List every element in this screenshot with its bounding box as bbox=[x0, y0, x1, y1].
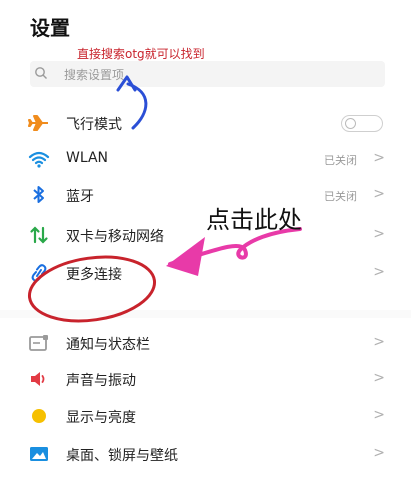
chevron-right-icon: > bbox=[373, 186, 385, 202]
toggle-knob bbox=[345, 118, 356, 129]
settings-item-label: 声音与振动 bbox=[66, 373, 136, 389]
notification-icon bbox=[29, 335, 48, 351]
annotation-hint: 点击此处 bbox=[206, 206, 302, 234]
page-title: 设置 bbox=[30, 16, 70, 40]
chevron-right-icon: > bbox=[373, 264, 385, 280]
settings-item-label: WLAN bbox=[66, 150, 109, 166]
wlan-status: 已关闭 bbox=[324, 154, 357, 167]
airplane-icon bbox=[28, 115, 48, 131]
link-icon bbox=[31, 264, 47, 282]
search-input[interactable]: 搜索设置项 bbox=[64, 66, 124, 83]
chevron-right-icon: > bbox=[373, 445, 385, 461]
settings-item-label: 双卡与移动网络 bbox=[66, 229, 164, 245]
wallpaper-icon bbox=[30, 447, 48, 461]
settings-item-wlan[interactable]: WLAN 已关闭 > bbox=[0, 142, 411, 176]
search-bar[interactable]: 搜索设置项 bbox=[30, 61, 385, 87]
chevron-right-icon: > bbox=[373, 150, 385, 166]
settings-item-display[interactable]: 显示与亮度 > bbox=[0, 399, 411, 433]
bluetooth-status: 已关闭 bbox=[324, 190, 357, 203]
wifi-icon bbox=[28, 151, 50, 168]
chevron-right-icon: > bbox=[373, 407, 385, 423]
settings-item-sound[interactable]: 声音与振动 > bbox=[0, 362, 411, 396]
airplane-mode-toggle[interactable] bbox=[341, 115, 383, 132]
settings-item-label: 显示与亮度 bbox=[66, 410, 136, 426]
settings-item-notifications[interactable]: 通知与状态栏 > bbox=[0, 326, 411, 360]
annotation-note: 直接搜索otg就可以找到 bbox=[77, 47, 205, 61]
settings-item-label: 蓝牙 bbox=[66, 189, 94, 205]
settings-item-label: 飞行模式 bbox=[66, 117, 122, 133]
chevron-right-icon: > bbox=[373, 370, 385, 386]
settings-item-label: 通知与状态栏 bbox=[66, 337, 150, 353]
search-icon bbox=[35, 67, 47, 79]
speaker-icon bbox=[31, 372, 45, 386]
brightness-icon bbox=[32, 409, 46, 423]
settings-item-wallpaper[interactable]: 桌面、锁屏与壁纸 > bbox=[0, 437, 411, 471]
bluetooth-icon bbox=[33, 186, 44, 203]
section-divider bbox=[0, 310, 411, 318]
settings-item-label: 桌面、锁屏与壁纸 bbox=[66, 448, 178, 464]
settings-item-airplane-mode[interactable]: 飞行模式 bbox=[0, 106, 411, 140]
chevron-right-icon: > bbox=[373, 226, 385, 242]
dual-sim-icon bbox=[30, 226, 48, 244]
chevron-right-icon: > bbox=[373, 334, 385, 350]
settings-item-more-connections[interactable]: 更多连接 > bbox=[0, 256, 411, 290]
settings-item-label: 更多连接 bbox=[66, 267, 122, 283]
